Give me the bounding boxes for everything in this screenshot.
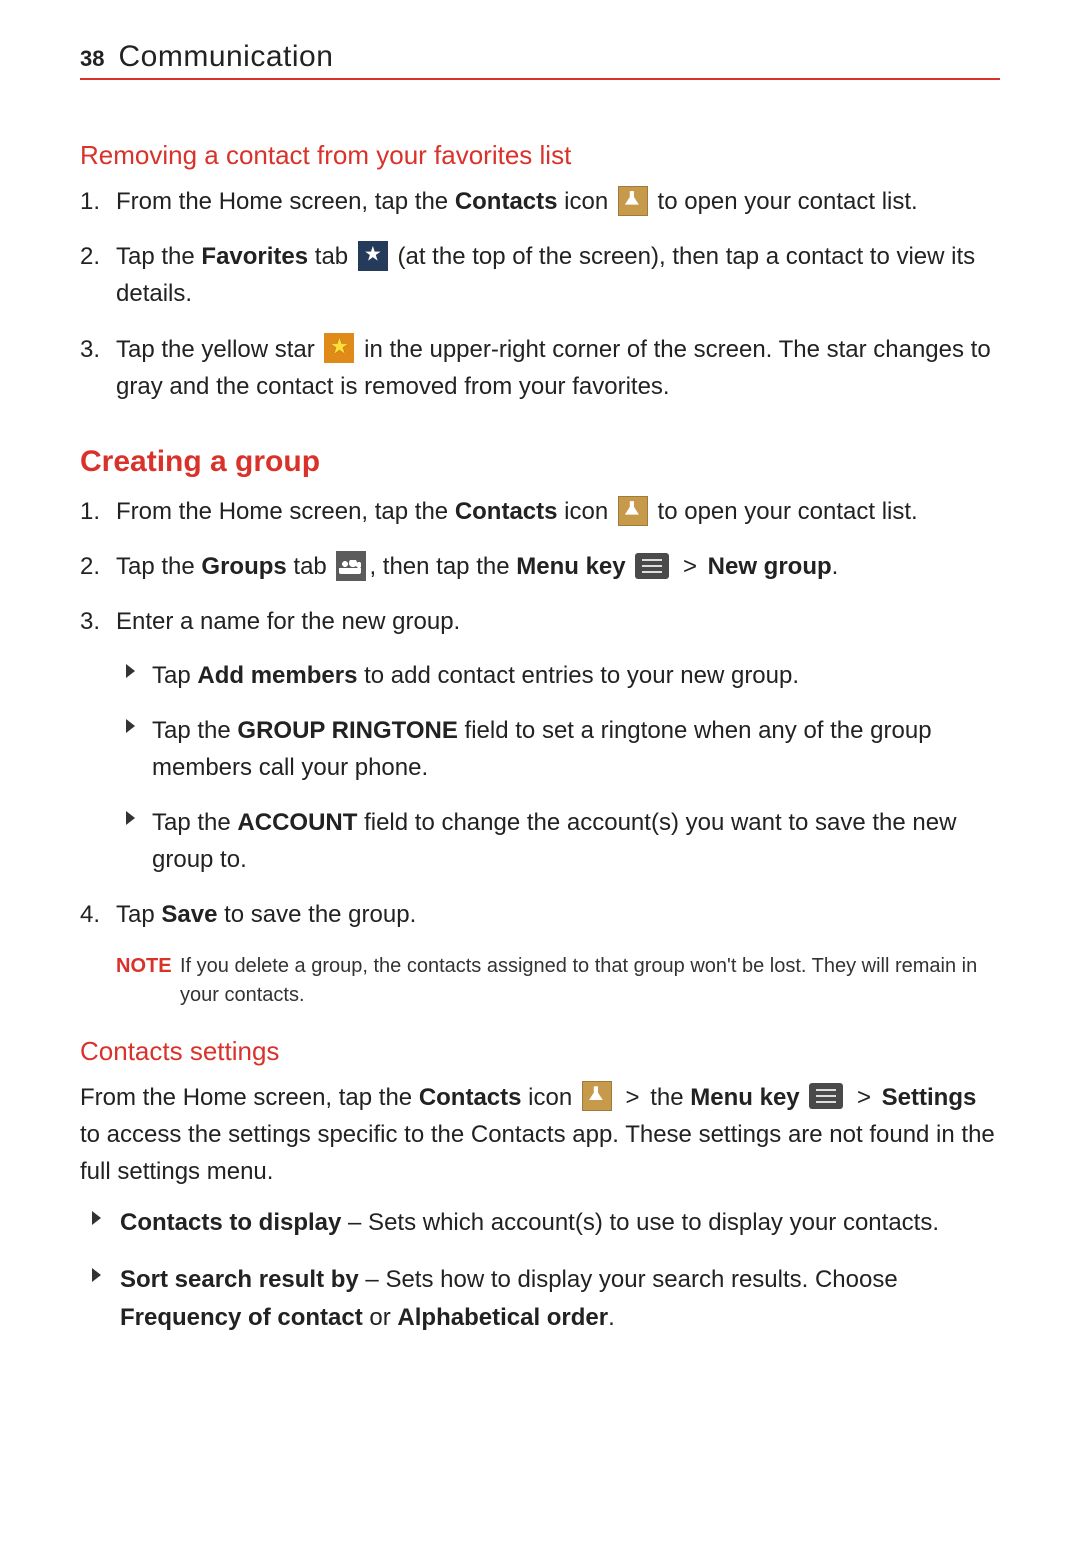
page-number: 38 <box>80 46 104 72</box>
yellow-star-icon <box>324 333 354 363</box>
step-item: Tap the Groups tab , then tap the Menu k… <box>80 548 1000 585</box>
removing-steps: From the Home screen, tap the Contacts i… <box>80 183 1000 405</box>
heading-creating-group: Creating a group <box>80 445 1000 479</box>
menu-key-icon <box>635 553 669 579</box>
note-block: NOTE If you delete a group, the contacts… <box>116 952 1000 1010</box>
sub-steps: Tap Add members to add contact entries t… <box>116 657 1000 879</box>
contacts-icon <box>582 1081 612 1111</box>
heading-contacts-settings: Contacts settings <box>80 1036 1000 1067</box>
settings-intro: From the Home screen, tap the Contacts i… <box>80 1079 1000 1191</box>
step-item: Enter a name for the new group. Tap Add … <box>80 603 1000 878</box>
step-item: From the Home screen, tap the Contacts i… <box>80 183 1000 220</box>
menu-key-icon <box>809 1083 843 1109</box>
settings-item: Sort search result by – Sets how to disp… <box>80 1261 1000 1335</box>
creating-steps: From the Home screen, tap the Contacts i… <box>80 493 1000 934</box>
triangle-bullet-icon <box>126 664 135 678</box>
sub-step-item: Tap Add members to add contact entries t… <box>126 657 1000 694</box>
note-label: NOTE <box>116 952 180 1010</box>
step-item: From the Home screen, tap the Contacts i… <box>80 493 1000 530</box>
page-header: 38 Communication <box>80 40 1000 80</box>
triangle-bullet-icon <box>126 719 135 733</box>
step-item: Tap the yellow star in the upper-right c… <box>80 331 1000 405</box>
triangle-bullet-icon <box>92 1211 101 1225</box>
heading-removing-favorite: Removing a contact from your favorites l… <box>80 140 1000 171</box>
contacts-icon <box>618 186 648 216</box>
favorites-star-icon <box>358 241 388 271</box>
sub-step-item: Tap the ACCOUNT field to change the acco… <box>126 804 1000 878</box>
settings-item: Contacts to display – Sets which account… <box>80 1204 1000 1241</box>
triangle-bullet-icon <box>92 1268 101 1282</box>
groups-icon <box>336 551 366 581</box>
triangle-bullet-icon <box>126 811 135 825</box>
chapter-title: Communication <box>118 40 333 74</box>
document-page: 38 Communication Removing a contact from… <box>0 0 1080 1416</box>
step-item: Tap Save to save the group. <box>80 896 1000 933</box>
step-item: Tap the Favorites tab (at the top of the… <box>80 238 1000 312</box>
note-text: If you delete a group, the contacts assi… <box>180 952 1000 1010</box>
settings-list: Contacts to display – Sets which account… <box>80 1204 1000 1336</box>
contacts-icon <box>618 496 648 526</box>
sub-step-item: Tap the GROUP RINGTONE field to set a ri… <box>126 712 1000 786</box>
